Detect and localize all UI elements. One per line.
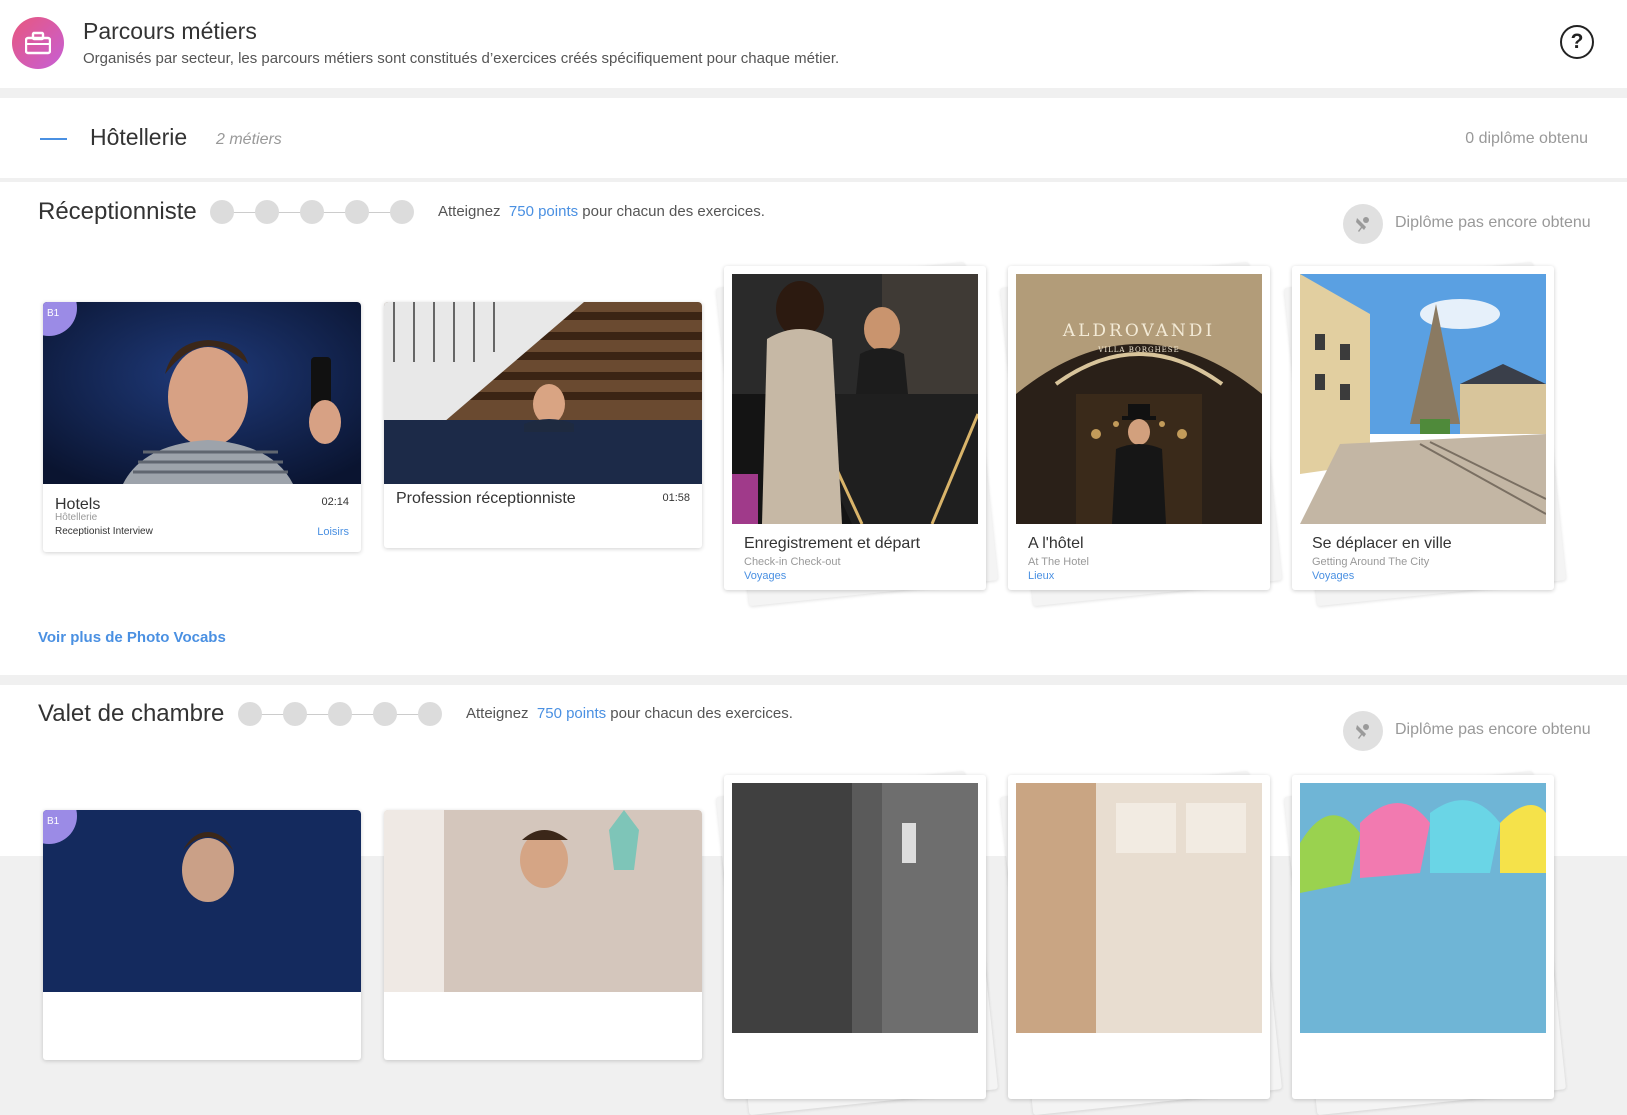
photo-vocab-card[interactable]: Se déplacer en ville Getting Around The …: [1283, 261, 1567, 607]
reach-suffix: pour chacun des exercices.: [582, 203, 765, 220]
video-sector: Hôtellerie: [55, 512, 98, 523]
job-title: Valet de chambre: [38, 700, 225, 727]
question-circle-icon[interactable]: ?: [1560, 25, 1594, 59]
diploma-status: Diplôme pas encore obtenu: [1343, 711, 1601, 751]
video-thumbnail: [384, 302, 702, 484]
progress-dot: [283, 702, 307, 726]
photo-title: Se déplacer en ville: [1312, 535, 1452, 552]
photo-category[interactable]: Voyages: [1312, 570, 1354, 582]
diploma-status: Diplôme pas encore obtenu: [1343, 204, 1601, 244]
sector-name: Hôtellerie: [90, 124, 188, 150]
progress-dot: [210, 200, 234, 224]
photo-vocab-card[interactable]: [1283, 770, 1567, 1115]
photo-subtitle: Getting Around The City: [1312, 556, 1430, 568]
sector-header[interactable]: Hôtellerie 2 métiers 0 diplôme obtenu: [0, 98, 1627, 178]
level-label: B1: [47, 308, 60, 319]
progress-dot: [300, 200, 324, 224]
photo-image: ALDROVANDI VILLA BORGHESE: [1016, 274, 1262, 524]
photo-category[interactable]: Voyages: [744, 570, 786, 582]
reach-prefix: Atteignez: [438, 203, 501, 220]
video-duration: 01:58: [662, 492, 690, 504]
sector-job-count: 2 métiers: [216, 131, 282, 148]
photo-vocab-card[interactable]: [999, 770, 1283, 1115]
reach-points: 750 points: [536, 705, 607, 722]
briefcase-icon: [12, 17, 64, 69]
photo-vocab-card[interactable]: [715, 770, 999, 1115]
progress-dot: [418, 702, 442, 726]
reach-text: Atteignez 750 points pour chacun des exe…: [438, 203, 765, 220]
video-thumbnail: [384, 810, 702, 992]
photo-subtitle: At The Hotel: [1028, 556, 1089, 568]
reach-points: 750 points: [508, 203, 579, 220]
see-more-link[interactable]: Voir plus de Photo Vocabs: [38, 629, 226, 646]
page-header: Parcours métiers Organisés par secteur, …: [0, 0, 1627, 88]
diploma-text: Diplôme pas encore obtenu: [1395, 721, 1591, 738]
video-thumbnail: B1: [43, 302, 361, 484]
level-label: B1: [47, 816, 60, 827]
page-title: Parcours métiers: [83, 18, 257, 44]
progress-dot: [373, 702, 397, 726]
reach-suffix: pour chacun des exercices.: [610, 705, 793, 722]
video-card[interactable]: B1: [43, 810, 361, 1060]
photo-title: Enregistrement et départ: [744, 535, 921, 552]
photo-image: [1300, 783, 1546, 1033]
diploma-badge-icon: [1343, 204, 1383, 244]
hotel-sign-text: ALDROVANDI: [1062, 321, 1215, 341]
diploma-text: Diplôme pas encore obtenu: [1395, 214, 1591, 231]
collapse-icon[interactable]: [40, 138, 67, 140]
photo-image: [1300, 274, 1546, 524]
page-subtitle: Organisés par secteur, les parcours méti…: [83, 50, 840, 67]
video-duration: 02:14: [321, 496, 349, 508]
progress-dot: [255, 200, 279, 224]
hotel-sign-subtext: VILLA BORGHESE: [1097, 346, 1179, 354]
video-card[interactable]: Profession réceptionniste 01:58: [384, 302, 702, 548]
photo-image: [732, 274, 978, 524]
diploma-badge-icon: [1343, 711, 1383, 751]
photo-image: [1016, 783, 1262, 1033]
photo-image: [732, 783, 978, 1033]
photo-subtitle: Check-in Check-out: [744, 556, 841, 568]
video-interview: Receptionist Interview: [55, 526, 153, 537]
sector-diploma-count: 0 diplôme obtenu: [1465, 130, 1588, 147]
video-title: Profession réceptionniste: [396, 490, 576, 507]
photo-title: A l'hôtel: [1028, 535, 1084, 552]
progress-dot: [345, 200, 369, 224]
reach-text: Atteignez 750 points pour chacun des exe…: [466, 705, 793, 722]
reach-prefix: Atteignez: [466, 705, 529, 722]
photo-vocab-card[interactable]: ALDROVANDI VILLA BORGHESE A l'hôtel At T…: [999, 261, 1283, 607]
job-title: Réceptionniste: [38, 198, 197, 225]
video-card[interactable]: [384, 810, 702, 1060]
video-category[interactable]: Loisirs: [317, 526, 349, 538]
progress-dot: [390, 200, 414, 224]
progress-dot: [328, 702, 352, 726]
video-card[interactable]: B1 Hotels 02:14 Hôtellerie Receptionist …: [43, 302, 361, 552]
job-section-valet-de-chambre: Valet de chambre Atteignez 750 points po…: [0, 685, 1627, 1115]
video-thumbnail: B1: [43, 810, 361, 992]
job-section-receptionniste: Réceptionniste Atteignez 750 points pour…: [0, 182, 1627, 675]
photo-category[interactable]: Lieux: [1028, 570, 1054, 582]
progress-dot: [238, 702, 262, 726]
photo-vocab-card[interactable]: Enregistrement et départ Check-in Check-…: [715, 261, 999, 607]
